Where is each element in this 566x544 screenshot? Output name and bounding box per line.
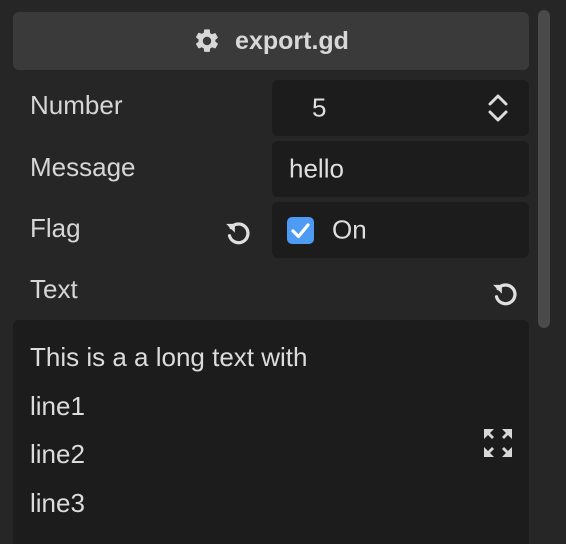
gear-icon xyxy=(196,29,218,52)
text-line: This is a a long text with xyxy=(30,342,308,372)
revert-icon[interactable] xyxy=(223,217,253,247)
inspector-panel: export.gd Number 5 Message hello Flag On… xyxy=(0,0,566,544)
revert-icon[interactable] xyxy=(490,278,520,308)
message-line-edit[interactable]: hello xyxy=(272,141,529,197)
text-line: line1 xyxy=(30,391,85,421)
flag-label: Flag xyxy=(30,213,81,243)
vertical-scrollbar[interactable] xyxy=(538,10,550,328)
text-edit[interactable]: This is a a long text with line1 line2 l… xyxy=(13,320,529,544)
checkbox-checked-icon[interactable] xyxy=(287,217,314,244)
text-line: line3 xyxy=(30,488,85,518)
expand-icon[interactable] xyxy=(483,428,513,458)
number-label: Number xyxy=(30,90,123,120)
text-line: line2 xyxy=(30,439,85,469)
message-label: Message xyxy=(30,152,136,182)
text-label: Text xyxy=(30,274,78,304)
script-header-button[interactable]: export.gd xyxy=(13,12,529,70)
up-down-arrows-icon[interactable] xyxy=(485,92,511,124)
number-spinbox[interactable]: 5 xyxy=(272,80,529,136)
number-value: 5 xyxy=(312,92,327,123)
script-title: export.gd xyxy=(235,26,349,55)
flag-checkbox[interactable]: On xyxy=(272,202,529,258)
flag-value-label: On xyxy=(332,214,367,245)
message-value: hello xyxy=(289,153,344,184)
